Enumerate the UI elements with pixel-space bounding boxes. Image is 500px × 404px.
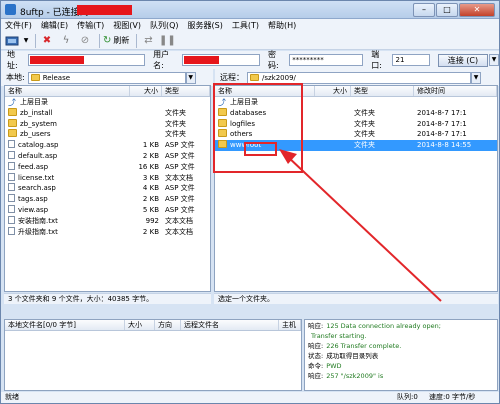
annotation-arrow [279,149,442,302]
app-window: 8uftp - 已连接到 – □ ✕ 文件(F) 编辑(E) 传输(T) 视图(… [0,0,500,404]
